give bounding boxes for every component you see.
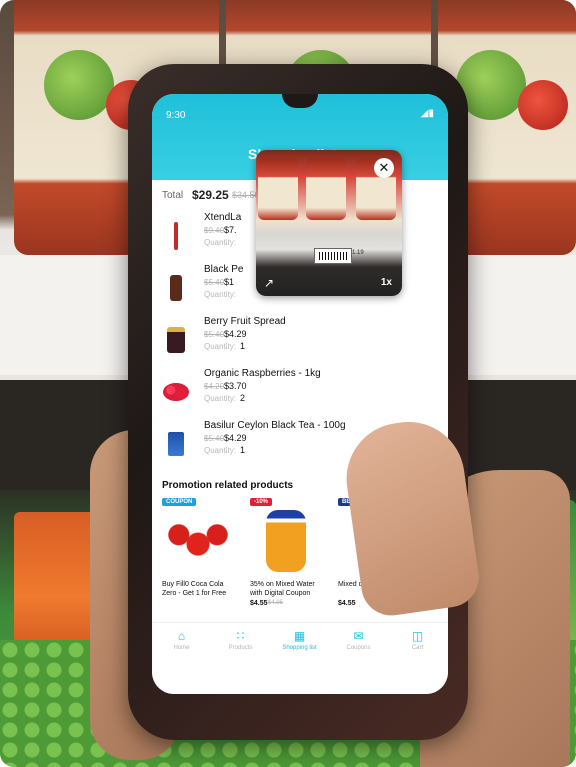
promo-product-image (166, 510, 230, 572)
coupon-icon: ✉ (353, 629, 364, 643)
product-thumbnail (162, 324, 190, 356)
preview-jar (306, 158, 346, 220)
promo-card[interactable]: -10% 35% on Mixed Water with Digital Cou… (246, 498, 326, 610)
list-item[interactable]: Berry Fruit Spread $5.40 $4.29 Quantity:… (152, 316, 448, 366)
product-thumbnail (162, 220, 190, 252)
shelf-price-text: 1.19 (352, 250, 364, 256)
product-thumbnail (162, 376, 190, 408)
promo-price: $4.55 (338, 600, 356, 607)
promo-badge: COUPON (162, 498, 197, 506)
item-quantity: 1 (240, 445, 246, 455)
shelf-price-tag (314, 248, 352, 264)
item-price: $3.70 (224, 381, 247, 391)
zoom-level[interactable]: 1x (381, 277, 392, 288)
photo-scene: 9:30 ◢▮ Shopping list Total $29.25 $34.5… (0, 0, 576, 767)
item-name: Basilur Ceylon Black Tea - 100g (204, 420, 346, 431)
list-item[interactable]: Organic Raspberries - 1kg $4.20 $3.70 Qu… (152, 368, 448, 418)
item-price: $4.29 (224, 329, 247, 339)
item-old-price: $9.40 (204, 226, 225, 235)
item-quantity-label: Quantity: (204, 238, 237, 247)
item-quantity-label: Quantity: (204, 290, 237, 299)
close-icon[interactable]: ✕ (374, 158, 394, 178)
promo-badge: -10% (250, 498, 273, 506)
grid-icon: ∷ (236, 629, 245, 643)
promo-card[interactable]: COUPON Buy Fill0 Coca Cola Zero - Get 1 … (158, 498, 238, 610)
item-price: $4.29 (224, 433, 247, 443)
camera-preview[interactable]: 1.19 ✕ ↗ 1x (256, 150, 402, 296)
item-old-price: $4.20 (204, 382, 225, 391)
item-quantity: 2 (240, 393, 246, 403)
list-icon: ▦ (293, 629, 306, 643)
total-value: $29.25 (192, 188, 229, 202)
item-name: Black Pe (204, 264, 244, 275)
item-price: $7. (224, 225, 237, 235)
status-time: 9:30 (166, 110, 186, 121)
camera-notch (282, 94, 318, 108)
item-quantity-label: Quantity: (204, 394, 237, 403)
item-name: XtendLa (204, 212, 242, 223)
promo-product-image (266, 510, 306, 572)
cart-icon: ◫ (411, 629, 424, 643)
promo-name: Buy Fill0 Coca Cola Zero - Get 1 for Fre… (162, 581, 227, 597)
product-thumbnail (162, 272, 190, 304)
bottom-nav: ⌂ Home ∷ Products ▦ Shopping list ✉ Coup… (152, 622, 448, 694)
promo-section-title: Promotion related products (162, 480, 294, 491)
item-old-price: $5.40 (204, 278, 225, 287)
promo-old-price: $4.95 (268, 600, 284, 606)
nav-shopping-list[interactable]: ▦ Shopping list (270, 629, 329, 651)
expand-icon[interactable]: ↗ (264, 276, 274, 290)
home-icon: ⌂ (177, 629, 186, 643)
signal-battery-icon: ◢▮ (420, 108, 434, 119)
nav-cart[interactable]: ◫ Cart (388, 629, 447, 651)
total-label: Total (162, 190, 184, 201)
promo-price: $4.55 (250, 600, 268, 607)
nav-products[interactable]: ∷ Products (211, 629, 270, 651)
item-name: Organic Raspberries - 1kg (204, 368, 321, 379)
nav-home[interactable]: ⌂ Home (152, 629, 211, 651)
nav-coupons[interactable]: ✉ Coupons (329, 629, 388, 651)
item-price: $1 (224, 277, 235, 287)
item-old-price: $5.40 (204, 434, 225, 443)
promo-name: 35% on Mixed Water with Digital Coupon (250, 581, 315, 597)
item-quantity: 1 (240, 341, 246, 351)
item-quantity-label: Quantity: (204, 446, 237, 455)
item-old-price: $5.40 (204, 330, 225, 339)
product-thumbnail (162, 428, 190, 460)
item-name: Berry Fruit Spread (204, 316, 286, 327)
phone-device: 9:30 ◢▮ Shopping list Total $29.25 $34.5… (128, 64, 468, 740)
item-quantity-label: Quantity: (204, 342, 237, 351)
preview-jar (258, 158, 298, 220)
